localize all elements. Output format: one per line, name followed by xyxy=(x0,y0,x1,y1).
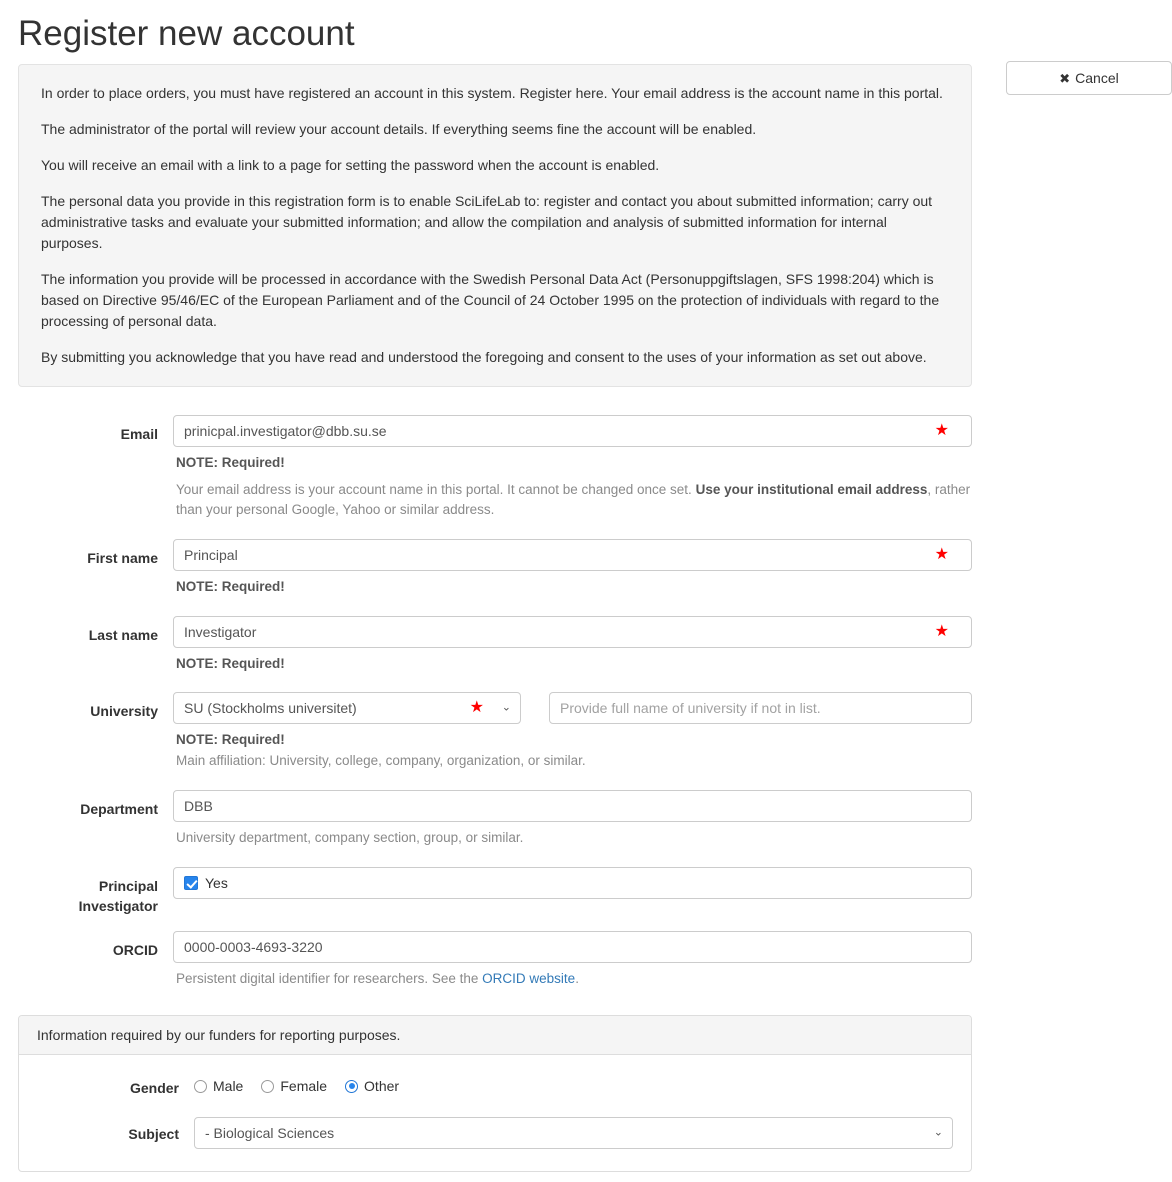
first-name-label: First name xyxy=(87,550,158,567)
email-input[interactable]: prinicpal.investigator@dbb.su.se ★ xyxy=(173,415,972,448)
email-required-note: NOTE: Required! xyxy=(176,455,285,471)
last-name-label: Last name xyxy=(88,626,158,643)
gender-radio-female-label: Female xyxy=(280,1078,328,1095)
gender-radio-male[interactable]: Male xyxy=(194,1078,243,1094)
radio-checked-icon[interactable] xyxy=(345,1079,359,1093)
subject-select-value: - Biological Sciences xyxy=(205,1125,335,1142)
email-label: Email xyxy=(120,426,158,443)
gender-radio-male-label: Male xyxy=(213,1078,244,1095)
orcid-help-text: Persistent digital identifier for resear… xyxy=(176,969,972,990)
principal-investigator-checkbox-container[interactable]: Yes xyxy=(173,866,972,899)
form-row-gender: Gender Male Female Other xyxy=(19,1071,971,1101)
first-name-input[interactable]: Principal ★ xyxy=(173,539,972,572)
registration-form: Email prinicpal.investigator@dbb.su.se ★… xyxy=(0,415,1172,989)
form-row-principal-investigator: Principal Investigator Yes xyxy=(18,866,972,917)
form-row-orcid: ORCID 0000-0003-4693-3220 Persistent dig… xyxy=(18,930,972,990)
radio-unchecked-icon[interactable] xyxy=(194,1079,207,1093)
university-other-placeholder: Provide full name of university if not i… xyxy=(560,699,821,716)
department-help-text: University department, company section, … xyxy=(176,830,524,846)
cancel-button[interactable]: ✖ Cancel xyxy=(1006,61,1172,95)
gender-radio-other-label: Other xyxy=(364,1078,400,1095)
principal-investigator-label: Principal Investigator xyxy=(78,877,158,915)
orcid-help-part-2: . xyxy=(575,970,579,986)
intro-paragraph: You will receive an email with a link to… xyxy=(41,157,660,174)
chevron-down-icon: ⌄ xyxy=(501,701,511,714)
orcid-input-value: 0000-0003-4693-3220 xyxy=(184,938,323,955)
email-input-value: prinicpal.investigator@dbb.su.se xyxy=(184,423,387,440)
orcid-label: ORCID xyxy=(112,941,158,958)
orcid-website-link[interactable]: ORCID website xyxy=(482,971,575,986)
checkbox-checked-icon[interactable] xyxy=(184,875,198,890)
university-field-group: SU (Stockholms universitet) ★ ⌄ Provide … xyxy=(173,691,972,724)
funders-panel-body: Gender Male Female Other Subject - Biolo… xyxy=(19,1055,971,1171)
intro-panel: In order to place orders, you must have … xyxy=(18,64,972,388)
required-star-icon: ★ xyxy=(469,698,484,716)
email-help-text: Your email address is your account name … xyxy=(176,480,972,522)
cancel-button-label: Cancel xyxy=(1075,70,1119,86)
form-row-department: Department DBB University department, co… xyxy=(18,790,972,849)
university-required-note: NOTE: Required! xyxy=(176,731,285,747)
intro-paragraph: The information you provide will be proc… xyxy=(41,271,940,330)
funders-panel: Information required by our funders for … xyxy=(18,1015,972,1173)
gender-radio-other[interactable]: Other xyxy=(345,1078,399,1094)
required-star-icon: ★ xyxy=(934,546,949,564)
required-star-icon: ★ xyxy=(934,422,949,440)
form-row-last-name: Last name Investigator ★ NOTE: Required! xyxy=(18,615,972,674)
form-row-university: University SU (Stockholms universitet) ★… xyxy=(18,691,972,772)
intro-paragraph: By submitting you acknowledge that you h… xyxy=(41,349,927,366)
last-name-required-note: NOTE: Required! xyxy=(176,655,285,671)
register-account-page: Register new account ✖ Cancel In order to… xyxy=(0,0,1172,1182)
university-select[interactable]: SU (Stockholms universitet) ★ ⌄ xyxy=(173,691,521,724)
gender-label: Gender xyxy=(129,1080,179,1097)
first-name-required-note: NOTE: Required! xyxy=(176,579,285,595)
chevron-down-icon: ⌄ xyxy=(933,1126,943,1139)
university-select-value: SU (Stockholms universitet) xyxy=(184,699,357,716)
form-row-email: Email prinicpal.investigator@dbb.su.se ★… xyxy=(18,415,972,521)
department-input-value: DBB xyxy=(184,798,213,815)
form-row-subject: Subject - Biological Sciences ⌄ xyxy=(19,1117,971,1150)
page-title: Register new account xyxy=(18,14,355,53)
email-help-part-1: Your email address is your account name … xyxy=(176,481,692,497)
intro-paragraph: The personal data you provide in this re… xyxy=(41,193,933,252)
orcid-help-part-1: Persistent digital identifier for resear… xyxy=(176,970,483,986)
gender-radio-female[interactable]: Female xyxy=(261,1078,327,1094)
university-label: University xyxy=(90,702,158,719)
email-help-emphasis: Use your institutional email address xyxy=(695,481,928,497)
first-name-input-value: Principal xyxy=(184,547,238,564)
subject-select[interactable]: - Biological Sciences ⌄ xyxy=(194,1117,953,1150)
radio-unchecked-icon[interactable] xyxy=(261,1079,275,1093)
gender-radio-group: Male Female Other xyxy=(194,1071,953,1101)
subject-label: Subject xyxy=(128,1126,179,1143)
required-star-icon: ★ xyxy=(934,622,949,640)
intro-paragraph: In order to place orders, you must have … xyxy=(41,85,943,102)
close-icon: ✖ xyxy=(1059,71,1071,86)
department-input[interactable]: DBB xyxy=(173,790,972,823)
form-row-first-name: First name Principal ★ NOTE: Required! xyxy=(18,539,972,597)
department-label: Department xyxy=(80,801,158,818)
cancel-button-container: ✖ Cancel xyxy=(1006,61,1172,95)
principal-investigator-checkbox-label: Yes xyxy=(205,874,228,891)
university-help-text: Main affiliation: University, college, c… xyxy=(176,753,586,769)
last-name-input[interactable]: Investigator ★ xyxy=(173,615,972,648)
university-other-input[interactable]: Provide full name of university if not i… xyxy=(549,691,972,724)
orcid-input[interactable]: 0000-0003-4693-3220 xyxy=(173,930,972,963)
last-name-input-value: Investigator xyxy=(184,623,257,640)
intro-paragraph: The administrator of the portal will rev… xyxy=(41,121,757,138)
funders-panel-heading: Information required by our funders for … xyxy=(19,1016,971,1056)
